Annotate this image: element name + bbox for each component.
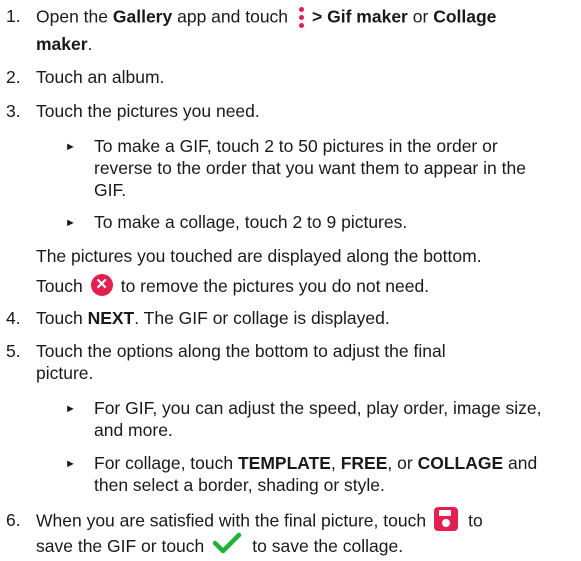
step-number: 6. — [6, 510, 21, 530]
step-text: Touch the pictures you need. — [36, 101, 260, 121]
step-text: Touch the options along the bottom to ad… — [36, 341, 446, 361]
step-number: 3. — [6, 101, 21, 121]
checkmark-icon — [212, 532, 242, 559]
step-number: 2. — [6, 67, 21, 87]
instructions-document: 1. Open the Gallery app and touch > Gif m… — [0, 0, 581, 556]
bullet-arrow-icon: ► — [65, 403, 76, 415]
step-text: Open the Gallery app and touch > Gif make… — [36, 6, 496, 30]
bullet-arrow-icon: ► — [65, 458, 76, 470]
step-text: Touch an album. — [36, 67, 165, 87]
bullet-arrow-icon: ► — [65, 217, 76, 229]
bullet-arrow-icon: ► — [65, 141, 76, 153]
step-number: 1. — [6, 6, 21, 26]
step-number: 4. — [6, 308, 21, 328]
step-text: Touch NEXT. The GIF or collage is displa… — [36, 308, 390, 328]
step-number: 5. — [6, 341, 21, 361]
more-vertical-icon — [296, 6, 306, 30]
save-icon — [434, 507, 459, 531]
step-text: When you are satisfied with the final pi… — [36, 507, 483, 534]
remove-circle-icon: ✕ — [90, 274, 113, 297]
